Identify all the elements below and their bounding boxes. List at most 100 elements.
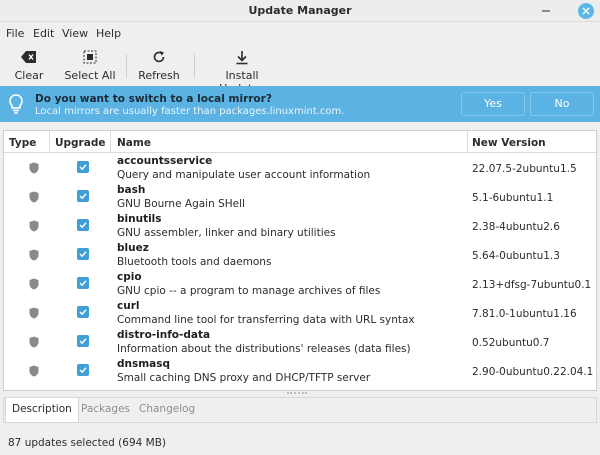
- list-header: Type Upgrade Name New Version: [4, 131, 596, 153]
- select-all-button[interactable]: Select All: [62, 48, 118, 82]
- clear-button[interactable]: Clear: [8, 48, 50, 82]
- menu-view[interactable]: View: [62, 27, 88, 40]
- no-button[interactable]: No: [530, 92, 594, 116]
- minimize-icon: [542, 10, 550, 12]
- details-tabs: Description Packages Changelog: [3, 397, 597, 423]
- package-description: GNU cpio -- a program to manage archives…: [117, 285, 381, 297]
- menu-bar: File Edit View Help: [0, 22, 600, 44]
- shield-icon: [29, 162, 39, 174]
- table-row[interactable]: accountsservice Query and manipulate use…: [4, 153, 596, 182]
- upgrade-checkbox[interactable]: [77, 335, 89, 347]
- backspace-icon: [21, 51, 36, 63]
- download-icon: [236, 50, 248, 64]
- toolbar-separator: [126, 54, 127, 78]
- mirror-question: Do you want to switch to a local mirror?: [35, 93, 272, 105]
- checkmark-icon: [79, 309, 87, 316]
- toolbar-separator: [194, 54, 195, 78]
- table-row[interactable]: bash GNU Bourne Again SHell 5.1-6ubuntu1…: [4, 182, 596, 211]
- column-type[interactable]: Type: [9, 137, 36, 149]
- upgrade-checkbox[interactable]: [77, 219, 89, 231]
- tab-packages[interactable]: Packages: [81, 398, 130, 422]
- shield-icon: [29, 365, 39, 377]
- select-all-icon: [83, 50, 97, 64]
- column-upgrade[interactable]: Upgrade: [55, 137, 105, 149]
- close-icon: [582, 7, 590, 15]
- table-row[interactable]: curl Command line tool for transferring …: [4, 298, 596, 327]
- checkmark-icon: [79, 280, 87, 287]
- upgrade-checkbox[interactable]: [77, 364, 89, 376]
- toolbar: Clear Select All Refresh Install Updates: [0, 44, 600, 95]
- menu-file[interactable]: File: [6, 27, 24, 40]
- table-row[interactable]: distro-info-data Information about the d…: [4, 327, 596, 356]
- table-row[interactable]: bluez Bluetooth tools and daemons 5.64-0…: [4, 240, 596, 269]
- checkmark-icon: [79, 164, 87, 171]
- lightbulb-icon: [9, 94, 23, 114]
- window-title: Update Manager: [248, 4, 352, 17]
- package-name: binutils: [117, 213, 162, 225]
- shield-icon: [29, 278, 39, 290]
- package-description: Small caching DNS proxy and DHCP/TFTP se…: [117, 372, 371, 384]
- pane-resize-handle[interactable]: [287, 392, 307, 394]
- column-new-version[interactable]: New Version: [472, 137, 546, 149]
- package-name: dnsmasq: [117, 358, 171, 370]
- column-separator: [110, 131, 111, 153]
- shield-icon: [29, 336, 39, 348]
- column-separator: [49, 131, 50, 153]
- close-button[interactable]: [578, 3, 594, 19]
- status-bar: 87 updates selected (694 MB): [0, 432, 600, 455]
- menu-edit[interactable]: Edit: [33, 27, 54, 40]
- tab-description[interactable]: Description: [5, 398, 79, 422]
- tab-changelog[interactable]: Changelog: [139, 398, 195, 422]
- package-name: bash: [117, 184, 146, 196]
- package-version: 22.07.5-2ubuntu1.5: [472, 163, 577, 175]
- column-separator: [467, 131, 468, 153]
- refresh-button[interactable]: Refresh: [136, 48, 182, 82]
- package-version: 7.81.0-1ubuntu1.16: [472, 308, 577, 320]
- package-version: 2.90-0ubuntu0.22.04.1: [472, 366, 594, 378]
- package-version: 5.64-0ubuntu1.3: [472, 250, 560, 262]
- status-text: 87 updates selected (694 MB): [8, 437, 166, 449]
- table-row[interactable]: cpio GNU cpio -- a program to manage arc…: [4, 269, 596, 298]
- package-name: cpio: [117, 271, 142, 283]
- updates-list: Type Upgrade Name New Version accountsse…: [3, 130, 597, 391]
- package-name: curl: [117, 300, 140, 312]
- title-bar: Update Manager: [0, 0, 600, 22]
- shield-icon: [29, 220, 39, 232]
- upgrade-checkbox[interactable]: [77, 161, 89, 173]
- yes-button[interactable]: Yes: [461, 92, 525, 116]
- checkmark-icon: [79, 367, 87, 374]
- package-version: 2.13+dfsg-7ubuntu0.1: [472, 279, 592, 291]
- package-version: 2.38-4ubuntu2.6: [472, 221, 560, 233]
- checkmark-icon: [79, 251, 87, 258]
- package-name: accountsservice: [117, 155, 213, 167]
- checkmark-icon: [79, 222, 87, 229]
- package-description: GNU assembler, linker and binary utiliti…: [117, 227, 336, 239]
- package-description: Command line tool for transferring data …: [117, 314, 415, 326]
- package-version: 0.52ubuntu0.7: [472, 337, 550, 349]
- upgrade-checkbox[interactable]: [77, 277, 89, 289]
- upgrade-checkbox[interactable]: [77, 306, 89, 318]
- menu-help[interactable]: Help: [96, 27, 121, 40]
- refresh-icon: [153, 51, 165, 63]
- mirror-detail: Local mirrors are usually faster than pa…: [35, 106, 345, 117]
- package-name: bluez: [117, 242, 149, 254]
- shield-icon: [29, 307, 39, 319]
- package-description: GNU Bourne Again SHell: [117, 198, 245, 210]
- table-row[interactable]: binutils GNU assembler, linker and binar…: [4, 211, 596, 240]
- refresh-label: Refresh: [138, 69, 180, 82]
- package-description: Information about the distributions' rel…: [117, 343, 411, 355]
- package-description: Query and manipulate user account inform…: [117, 169, 371, 181]
- upgrade-checkbox[interactable]: [77, 190, 89, 202]
- mirror-infobar: Do you want to switch to a local mirror?…: [0, 86, 600, 122]
- select-all-label: Select All: [64, 69, 116, 82]
- package-name: distro-info-data: [117, 329, 211, 341]
- checkmark-icon: [79, 193, 87, 200]
- upgrade-checkbox[interactable]: [77, 248, 89, 260]
- table-row[interactable]: dnsmasq Small caching DNS proxy and DHCP…: [4, 356, 596, 385]
- column-name[interactable]: Name: [117, 137, 151, 149]
- clear-label: Clear: [14, 69, 44, 82]
- package-version: 5.1-6ubuntu1.1: [472, 192, 554, 204]
- package-description: Bluetooth tools and daemons: [117, 256, 272, 268]
- shield-icon: [29, 191, 39, 203]
- minimize-button[interactable]: [538, 3, 554, 19]
